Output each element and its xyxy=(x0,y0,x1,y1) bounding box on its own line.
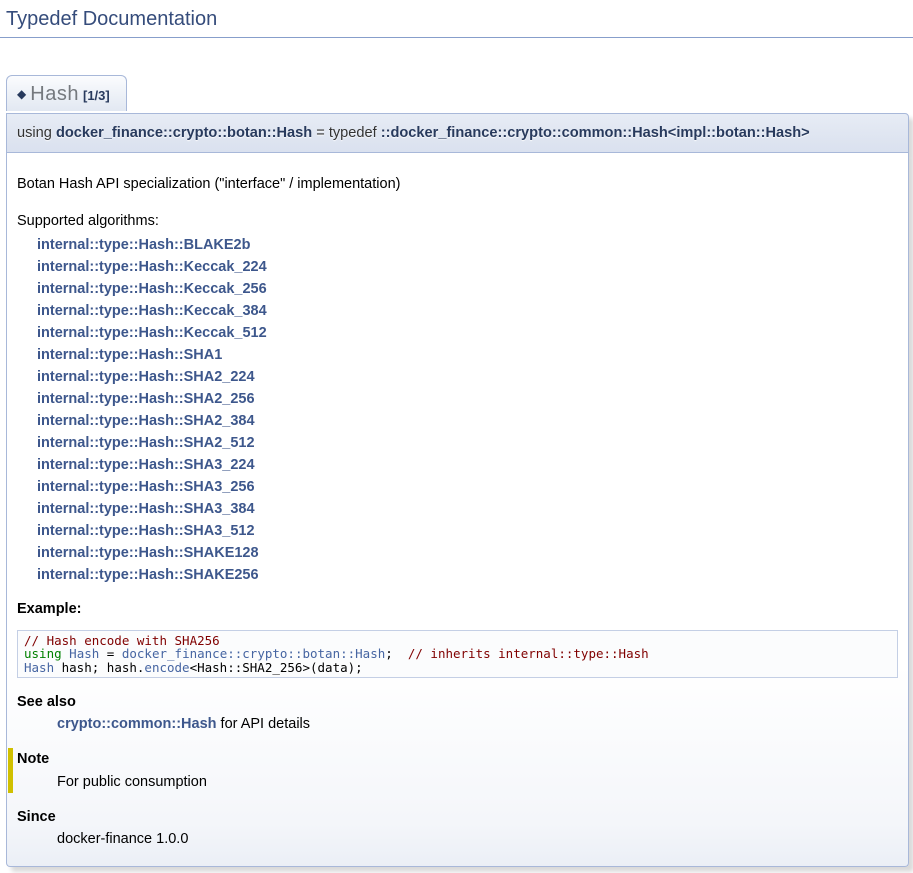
since-content: docker-finance 1.0.0 xyxy=(57,831,898,848)
code-link-hash[interactable]: Hash xyxy=(24,660,54,675)
code-line: // Hash encode with SHA256 xyxy=(24,634,891,647)
member-tab-overload: [1/3] xyxy=(83,88,110,103)
since-heading: Since xyxy=(17,809,898,826)
see-also-heading: See also xyxy=(17,694,898,711)
code-comment: // inherits internal::type::Hash xyxy=(408,646,649,661)
algorithms-list: internal::type::Hash::BLAKE2b internal::… xyxy=(37,234,898,586)
code-text: hash; hash. xyxy=(54,660,144,675)
declaration-middle: = typedef xyxy=(312,125,381,141)
algorithm-link[interactable]: internal::type::Hash::BLAKE2b xyxy=(37,234,898,256)
note-content: For public consumption xyxy=(57,774,898,791)
see-also-section: See also crypto::common::Hash for API de… xyxy=(17,694,898,733)
permalink-diamond-icon[interactable]: ◆ xyxy=(17,87,26,101)
code-line: Hash hash; hash.encode<Hash::SHA2_256>(d… xyxy=(24,661,891,674)
algorithm-link[interactable]: internal::type::Hash::SHA3_512 xyxy=(37,520,898,542)
declaration-name-link[interactable]: docker_finance::crypto::botan::Hash xyxy=(56,125,312,141)
see-also-content: crypto::common::Hash for API details xyxy=(57,716,898,733)
since-section: Since docker-finance 1.0.0 xyxy=(17,809,898,848)
algorithm-link[interactable]: internal::type::Hash::Keccak_384 xyxy=(37,300,898,322)
algorithm-link[interactable]: internal::type::Hash::SHA2_384 xyxy=(37,410,898,432)
algorithm-link[interactable]: internal::type::Hash::SHAKE128 xyxy=(37,542,898,564)
code-text: ; xyxy=(385,646,408,661)
algorithm-link[interactable]: internal::type::Hash::SHA3_256 xyxy=(37,476,898,498)
declaration-prefix: using xyxy=(17,125,56,141)
code-fragment: // Hash encode with SHA256 using Hash = … xyxy=(17,630,898,678)
typedef-declaration: using docker_finance::crypto::botan::Has… xyxy=(6,113,909,153)
code-text: <Hash::SHA2_256>(data); xyxy=(190,660,363,675)
member-tab-label: Hash xyxy=(30,83,79,105)
note-heading: Note xyxy=(17,751,898,768)
algorithm-link[interactable]: internal::type::Hash::SHAKE256 xyxy=(37,564,898,586)
see-also-link[interactable]: crypto::common::Hash xyxy=(57,716,217,732)
algorithm-link[interactable]: internal::type::Hash::Keccak_512 xyxy=(37,322,898,344)
algorithms-label: Supported algorithms: xyxy=(17,213,898,230)
member-item: using docker_finance::crypto::botan::Has… xyxy=(6,113,909,867)
algorithm-link[interactable]: internal::type::Hash::Keccak_256 xyxy=(37,278,898,300)
declaration-type-link[interactable]: ::docker_finance::crypto::common::Hash<i… xyxy=(381,125,810,141)
member-tab-hash[interactable]: ◆ Hash [1/3] xyxy=(6,75,127,111)
member-documentation: Botan Hash API specialization ("interfac… xyxy=(6,153,909,867)
member-description: Botan Hash API specialization ("interfac… xyxy=(17,176,898,193)
algorithm-link[interactable]: internal::type::Hash::SHA2_256 xyxy=(37,388,898,410)
algorithm-link[interactable]: internal::type::Hash::SHA2_224 xyxy=(37,366,898,388)
note-section: Note For public consumption xyxy=(8,748,898,793)
page-title: Typedef Documentation xyxy=(0,0,913,38)
algorithm-link[interactable]: internal::type::Hash::Keccak_224 xyxy=(37,256,898,278)
code-link-encode[interactable]: encode xyxy=(144,660,189,675)
algorithm-link[interactable]: internal::type::Hash::SHA3_224 xyxy=(37,454,898,476)
code-line: using Hash = docker_finance::crypto::bot… xyxy=(24,647,891,660)
example-label: Example: xyxy=(17,601,898,618)
see-also-text: for API details xyxy=(217,716,311,732)
algorithm-link[interactable]: internal::type::Hash::SHA3_384 xyxy=(37,498,898,520)
member-tab-row: ◆ Hash [1/3] xyxy=(6,75,913,113)
algorithm-link[interactable]: internal::type::Hash::SHA2_512 xyxy=(37,432,898,454)
algorithm-link[interactable]: internal::type::Hash::SHA1 xyxy=(37,344,898,366)
